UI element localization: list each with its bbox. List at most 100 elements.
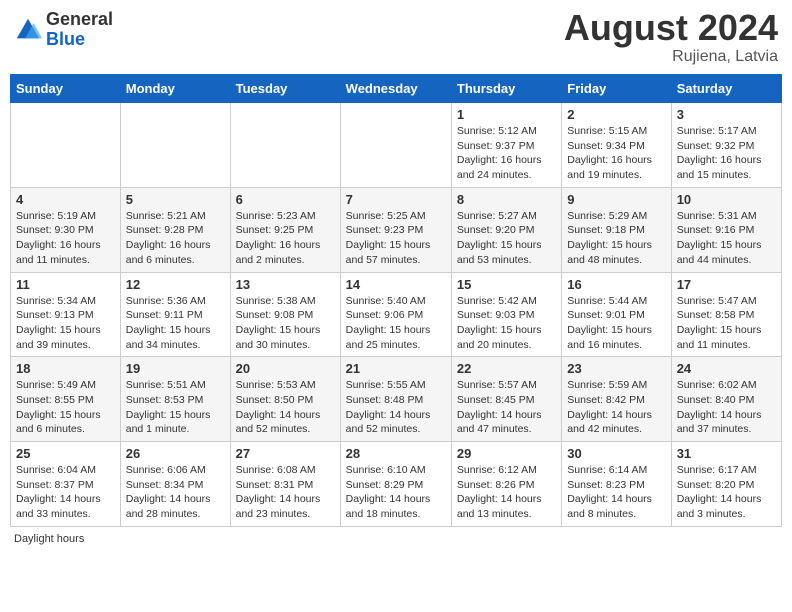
- day-info: Sunrise: 5:23 AM Sunset: 9:25 PM Dayligh…: [236, 209, 335, 268]
- day-info: Sunrise: 6:14 AM Sunset: 8:23 PM Dayligh…: [567, 463, 665, 522]
- day-info: Sunrise: 6:02 AM Sunset: 8:40 PM Dayligh…: [677, 378, 776, 437]
- header: General Blue August 2024 Rujiena, Latvia: [10, 10, 782, 66]
- calendar-week-5: 25Sunrise: 6:04 AM Sunset: 8:37 PM Dayli…: [11, 442, 782, 527]
- calendar-cell: 23 Sunrise: 5:59 AM Sunset: 8:42 PM Dayli…: [562, 357, 671, 442]
- calendar-cell: [230, 103, 340, 188]
- calendar-cell: 12 Sunrise: 5:36 AM Sunset: 9:11 PM Dayli…: [120, 272, 230, 357]
- day-info: Sunrise: 5:47 AM Sunset: 8:58 PM Dayligh…: [677, 294, 776, 353]
- calendar-week-3: 11 Sunrise: 5:34 AM Sunset: 9:13 PM Dayli…: [11, 272, 782, 357]
- day-number: 24: [677, 361, 776, 376]
- day-info: Sunrise: 6:12 AM Sunset: 8:26 PM Dayligh…: [457, 463, 556, 522]
- day-number: 16: [567, 277, 665, 292]
- calendar-cell: 17 Sunrise: 5:47 AM Sunset: 8:58 PM Dayli…: [671, 272, 781, 357]
- col-header-saturday: Saturday: [671, 75, 781, 103]
- day-info: Sunrise: 5:59 AM Sunset: 8:42 PM Dayligh…: [567, 378, 665, 437]
- calendar-cell: 29 Sunrise: 6:12 AM Sunset: 8:26 PM Dayli…: [451, 442, 561, 527]
- calendar-cell: 20 Sunrise: 5:53 AM Sunset: 8:50 PM Dayli…: [230, 357, 340, 442]
- day-info: Sunrise: 5:42 AM Sunset: 9:03 PM Dayligh…: [457, 294, 556, 353]
- header-row: SundayMondayTuesdayWednesdayThursdayFrid…: [11, 75, 782, 103]
- day-number: 9: [567, 192, 665, 207]
- day-number: 23: [567, 361, 665, 376]
- calendar-cell: 25Sunrise: 6:04 AM Sunset: 8:37 PM Dayli…: [11, 442, 121, 527]
- day-info: Sunrise: 5:36 AM Sunset: 9:11 PM Dayligh…: [126, 294, 225, 353]
- calendar-cell: 4 Sunrise: 5:19 AM Sunset: 9:30 PM Daylig…: [11, 187, 121, 272]
- day-info: Sunrise: 5:12 AM Sunset: 9:37 PM Dayligh…: [457, 124, 556, 183]
- calendar-cell: 8 Sunrise: 5:27 AM Sunset: 9:20 PM Daylig…: [451, 187, 561, 272]
- col-header-friday: Friday: [562, 75, 671, 103]
- day-number: 12: [126, 277, 225, 292]
- calendar-cell: 11 Sunrise: 5:34 AM Sunset: 9:13 PM Dayli…: [11, 272, 121, 357]
- col-header-tuesday: Tuesday: [230, 75, 340, 103]
- calendar-cell: 14 Sunrise: 5:40 AM Sunset: 9:06 PM Dayli…: [340, 272, 451, 357]
- month-year-title: August 2024: [564, 10, 778, 46]
- day-info: Sunrise: 5:40 AM Sunset: 9:06 PM Dayligh…: [346, 294, 446, 353]
- calendar-cell: 9 Sunrise: 5:29 AM Sunset: 9:18 PM Daylig…: [562, 187, 671, 272]
- calendar-cell: 28Sunrise: 6:10 AM Sunset: 8:29 PM Dayli…: [340, 442, 451, 527]
- day-info: Sunrise: 5:25 AM Sunset: 9:23 PM Dayligh…: [346, 209, 446, 268]
- calendar-cell: 6Sunrise: 5:23 AM Sunset: 9:25 PM Daylig…: [230, 187, 340, 272]
- day-number: 4: [16, 192, 115, 207]
- calendar-cell: [11, 103, 121, 188]
- calendar-cell: 19 Sunrise: 5:51 AM Sunset: 8:53 PM Dayli…: [120, 357, 230, 442]
- day-number: 21: [346, 361, 446, 376]
- calendar-cell: 16 Sunrise: 5:44 AM Sunset: 9:01 PM Dayli…: [562, 272, 671, 357]
- day-info: Sunrise: 5:51 AM Sunset: 8:53 PM Dayligh…: [126, 378, 225, 437]
- day-info: Sunrise: 6:17 AM Sunset: 8:20 PM Dayligh…: [677, 463, 776, 522]
- day-number: 17: [677, 277, 776, 292]
- calendar-cell: 10Sunrise: 5:31 AM Sunset: 9:16 PM Dayli…: [671, 187, 781, 272]
- day-info: Sunrise: 5:44 AM Sunset: 9:01 PM Dayligh…: [567, 294, 665, 353]
- day-number: 27: [236, 446, 335, 461]
- day-number: 31: [677, 446, 776, 461]
- day-number: 8: [457, 192, 556, 207]
- logo-general-text: General: [46, 9, 113, 29]
- calendar-cell: [120, 103, 230, 188]
- day-number: 14: [346, 277, 446, 292]
- footer-note: Daylight hours: [10, 533, 782, 545]
- calendar-cell: 18 Sunrise: 5:49 AM Sunset: 8:55 PM Dayli…: [11, 357, 121, 442]
- day-info: Sunrise: 6:06 AM Sunset: 8:34 PM Dayligh…: [126, 463, 225, 522]
- calendar-cell: [340, 103, 451, 188]
- col-header-wednesday: Wednesday: [340, 75, 451, 103]
- day-number: 11: [16, 277, 115, 292]
- calendar-cell: 5Sunrise: 5:21 AM Sunset: 9:28 PM Daylig…: [120, 187, 230, 272]
- day-number: 25: [16, 446, 115, 461]
- day-number: 19: [126, 361, 225, 376]
- calendar-cell: 2Sunrise: 5:15 AM Sunset: 9:34 PM Daylig…: [562, 103, 671, 188]
- calendar-cell: 1 Sunrise: 5:12 AM Sunset: 9:37 PM Daylig…: [451, 103, 561, 188]
- day-number: 15: [457, 277, 556, 292]
- day-info: Sunrise: 5:53 AM Sunset: 8:50 PM Dayligh…: [236, 378, 335, 437]
- day-info: Sunrise: 5:17 AM Sunset: 9:32 PM Dayligh…: [677, 124, 776, 183]
- calendar-week-2: 4 Sunrise: 5:19 AM Sunset: 9:30 PM Daylig…: [11, 187, 782, 272]
- day-info: Sunrise: 5:27 AM Sunset: 9:20 PM Dayligh…: [457, 209, 556, 268]
- title-area: August 2024 Rujiena, Latvia: [564, 10, 778, 66]
- day-info: Sunrise: 5:57 AM Sunset: 8:45 PM Dayligh…: [457, 378, 556, 437]
- day-info: Sunrise: 5:31 AM Sunset: 9:16 PM Dayligh…: [677, 209, 776, 268]
- logo-blue-text: Blue: [46, 29, 85, 49]
- calendar-cell: 15 Sunrise: 5:42 AM Sunset: 9:03 PM Dayli…: [451, 272, 561, 357]
- calendar-cell: 22 Sunrise: 5:57 AM Sunset: 8:45 PM Dayli…: [451, 357, 561, 442]
- location-label: Rujiena, Latvia: [564, 48, 778, 66]
- day-number: 18: [16, 361, 115, 376]
- day-number: 13: [236, 277, 335, 292]
- day-info: Sunrise: 5:15 AM Sunset: 9:34 PM Dayligh…: [567, 124, 665, 183]
- day-info: Sunrise: 5:19 AM Sunset: 9:30 PM Dayligh…: [16, 209, 115, 268]
- calendar-cell: 3 Sunrise: 5:17 AM Sunset: 9:32 PM Daylig…: [671, 103, 781, 188]
- day-info: Sunrise: 5:29 AM Sunset: 9:18 PM Dayligh…: [567, 209, 665, 268]
- day-number: 26: [126, 446, 225, 461]
- day-number: 28: [346, 446, 446, 461]
- calendar-week-1: 1 Sunrise: 5:12 AM Sunset: 9:37 PM Daylig…: [11, 103, 782, 188]
- calendar-cell: 24 Sunrise: 6:02 AM Sunset: 8:40 PM Dayli…: [671, 357, 781, 442]
- day-number: 22: [457, 361, 556, 376]
- day-info: Sunrise: 5:49 AM Sunset: 8:55 PM Dayligh…: [16, 378, 115, 437]
- day-number: 29: [457, 446, 556, 461]
- day-number: 20: [236, 361, 335, 376]
- calendar-cell: 7Sunrise: 5:25 AM Sunset: 9:23 PM Daylig…: [340, 187, 451, 272]
- day-number: 1: [457, 107, 556, 122]
- daylight-label: Daylight hours: [14, 533, 84, 545]
- day-number: 3: [677, 107, 776, 122]
- calendar-cell: 13 Sunrise: 5:38 AM Sunset: 9:08 PM Dayli…: [230, 272, 340, 357]
- calendar-cell: 31 Sunrise: 6:17 AM Sunset: 8:20 PM Dayli…: [671, 442, 781, 527]
- day-info: Sunrise: 5:34 AM Sunset: 9:13 PM Dayligh…: [16, 294, 115, 353]
- calendar-cell: 26 Sunrise: 6:06 AM Sunset: 8:34 PM Dayli…: [120, 442, 230, 527]
- day-info: Sunrise: 5:38 AM Sunset: 9:08 PM Dayligh…: [236, 294, 335, 353]
